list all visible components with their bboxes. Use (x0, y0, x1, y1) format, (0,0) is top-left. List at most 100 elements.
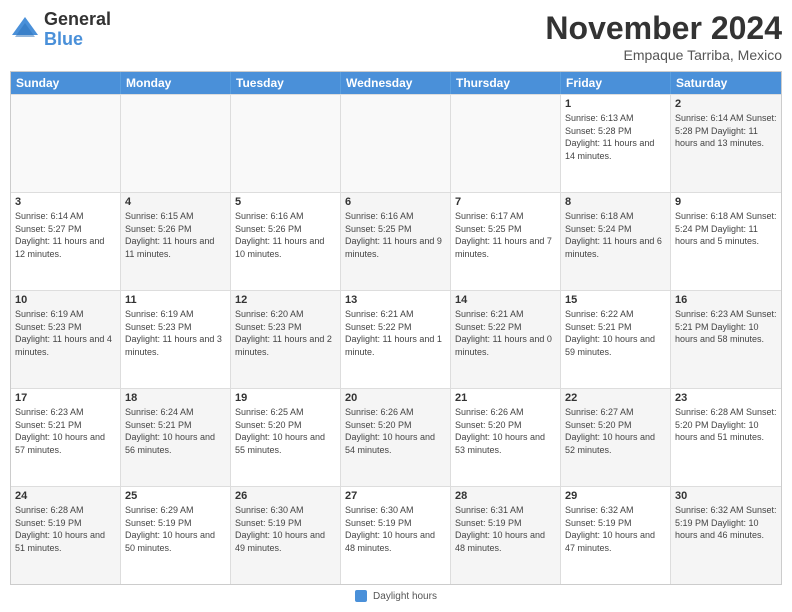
page: General Blue November 2024 Empaque Tarri… (0, 0, 792, 612)
calendar-cell: 5Sunrise: 6:16 AM Sunset: 5:26 PM Daylig… (231, 193, 341, 290)
calendar-cell: 7 Sunrise: 6:17 AM Sunset: 5:25 PM Daylig… (451, 193, 561, 290)
calendar-row-4: 24 Sunrise: 6:28 AM Sunset: 5:19 PM Dayli… (11, 486, 781, 584)
day-info: Sunrise: 6:23 AM Sunset: 5:21 PM Dayligh… (675, 308, 777, 346)
day-info: Sunrise: 6:19 AM Sunset: 5:23 PM Dayligh… (125, 308, 226, 358)
day-info: Sunrise: 6:30 AM Sunset: 5:19 PM Dayligh… (345, 504, 446, 554)
calendar-cell: 26Sunrise: 6:30 AM Sunset: 5:19 PM Dayli… (231, 487, 341, 584)
day-number: 16 (675, 294, 777, 306)
day-info: Sunrise: 6:17 AM Sunset: 5:25 PM Dayligh… (455, 210, 556, 260)
day-number: 23 (675, 392, 777, 404)
month-title: November 2024 (545, 10, 782, 47)
calendar-cell: 23 Sunrise: 6:28 AM Sunset: 5:20 PM Dayli… (671, 389, 781, 486)
day-info: Sunrise: 6:18 AM Sunset: 5:24 PM Dayligh… (675, 210, 777, 248)
footer-label: Daylight hours (373, 591, 437, 602)
day-number: 18 (125, 392, 226, 404)
day-info: Sunrise: 6:29 AM Sunset: 5:19 PM Dayligh… (125, 504, 226, 554)
day-number: 20 (345, 392, 446, 404)
logo-blue-text: Blue (44, 30, 111, 50)
day-number: 7 (455, 196, 556, 208)
day-number: 6 (345, 196, 446, 208)
day-number: 1 (565, 98, 666, 110)
day-info: Sunrise: 6:16 AM Sunset: 5:25 PM Dayligh… (345, 210, 446, 260)
logo-general-text: General (44, 10, 111, 30)
day-number: 26 (235, 490, 336, 502)
day-info: Sunrise: 6:28 AM Sunset: 5:20 PM Dayligh… (675, 406, 777, 444)
day-number: 10 (15, 294, 116, 306)
day-number: 21 (455, 392, 556, 404)
day-info: Sunrise: 6:32 AM Sunset: 5:19 PM Dayligh… (565, 504, 666, 554)
day-info: Sunrise: 6:21 AM Sunset: 5:22 PM Dayligh… (345, 308, 446, 358)
calendar-header-cell-tuesday: Tuesday (231, 72, 341, 94)
calendar-header: SundayMondayTuesdayWednesdayThursdayFrid… (11, 72, 781, 94)
calendar-cell: 24 Sunrise: 6:28 AM Sunset: 5:19 PM Dayli… (11, 487, 121, 584)
calendar-header-cell-wednesday: Wednesday (341, 72, 451, 94)
calendar-cell (11, 95, 121, 192)
calendar-row-0: 1 Sunrise: 6:13 AM Sunset: 5:28 PM Daylig… (11, 94, 781, 192)
day-info: Sunrise: 6:28 AM Sunset: 5:19 PM Dayligh… (15, 504, 116, 554)
day-info: Sunrise: 6:18 AM Sunset: 5:24 PM Dayligh… (565, 210, 666, 260)
day-number: 8 (565, 196, 666, 208)
calendar-row-2: 10 Sunrise: 6:19 AM Sunset: 5:23 PM Dayli… (11, 290, 781, 388)
day-info: Sunrise: 6:13 AM Sunset: 5:28 PM Dayligh… (565, 112, 666, 162)
calendar-cell (451, 95, 561, 192)
day-info: Sunrise: 6:19 AM Sunset: 5:23 PM Dayligh… (15, 308, 116, 358)
logo: General Blue (10, 10, 111, 50)
calendar-cell: 29 Sunrise: 6:32 AM Sunset: 5:19 PM Dayli… (561, 487, 671, 584)
calendar-cell: 4 Sunrise: 6:15 AM Sunset: 5:26 PM Daylig… (121, 193, 231, 290)
logo-text: General Blue (44, 10, 111, 50)
day-info: Sunrise: 6:26 AM Sunset: 5:20 PM Dayligh… (345, 406, 446, 456)
calendar-header-cell-saturday: Saturday (671, 72, 781, 94)
calendar-cell: 30 Sunrise: 6:32 AM Sunset: 5:19 PM Dayli… (671, 487, 781, 584)
calendar-cell: 17 Sunrise: 6:23 AM Sunset: 5:21 PM Dayli… (11, 389, 121, 486)
day-info: Sunrise: 6:14 AM Sunset: 5:27 PM Dayligh… (15, 210, 116, 260)
day-number: 22 (565, 392, 666, 404)
calendar-cell: 21 Sunrise: 6:26 AM Sunset: 5:20 PM Dayli… (451, 389, 561, 486)
day-number: 30 (675, 490, 777, 502)
day-info: Sunrise: 6:15 AM Sunset: 5:26 PM Dayligh… (125, 210, 226, 260)
calendar-cell (341, 95, 451, 192)
logo-icon (10, 15, 40, 45)
day-info: Sunrise: 6:22 AM Sunset: 5:21 PM Dayligh… (565, 308, 666, 358)
day-number: 4 (125, 196, 226, 208)
day-number: 15 (565, 294, 666, 306)
footer: Daylight hours (10, 590, 782, 602)
calendar-cell: 2 Sunrise: 6:14 AM Sunset: 5:28 PM Daylig… (671, 95, 781, 192)
calendar-cell: 3 Sunrise: 6:14 AM Sunset: 5:27 PM Daylig… (11, 193, 121, 290)
calendar-cell: 18Sunrise: 6:24 AM Sunset: 5:21 PM Dayli… (121, 389, 231, 486)
day-number: 25 (125, 490, 226, 502)
calendar-header-cell-sunday: Sunday (11, 72, 121, 94)
day-number: 28 (455, 490, 556, 502)
day-info: Sunrise: 6:21 AM Sunset: 5:22 PM Dayligh… (455, 308, 556, 358)
calendar-cell: 11Sunrise: 6:19 AM Sunset: 5:23 PM Dayli… (121, 291, 231, 388)
calendar-cell: 8 Sunrise: 6:18 AM Sunset: 5:24 PM Daylig… (561, 193, 671, 290)
day-number: 24 (15, 490, 116, 502)
day-number: 2 (675, 98, 777, 110)
calendar-cell: 14Sunrise: 6:21 AM Sunset: 5:22 PM Dayli… (451, 291, 561, 388)
calendar-header-cell-monday: Monday (121, 72, 231, 94)
day-number: 9 (675, 196, 777, 208)
day-number: 27 (345, 490, 446, 502)
calendar-cell: 19Sunrise: 6:25 AM Sunset: 5:20 PM Dayli… (231, 389, 341, 486)
day-info: Sunrise: 6:32 AM Sunset: 5:19 PM Dayligh… (675, 504, 777, 542)
calendar-cell: 16 Sunrise: 6:23 AM Sunset: 5:21 PM Dayli… (671, 291, 781, 388)
day-info: Sunrise: 6:16 AM Sunset: 5:26 PM Dayligh… (235, 210, 336, 260)
day-number: 17 (15, 392, 116, 404)
day-info: Sunrise: 6:25 AM Sunset: 5:20 PM Dayligh… (235, 406, 336, 456)
calendar-cell: 27 Sunrise: 6:30 AM Sunset: 5:19 PM Dayli… (341, 487, 451, 584)
day-number: 29 (565, 490, 666, 502)
calendar-cell: 13Sunrise: 6:21 AM Sunset: 5:22 PM Dayli… (341, 291, 451, 388)
day-info: Sunrise: 6:23 AM Sunset: 5:21 PM Dayligh… (15, 406, 116, 456)
calendar: SundayMondayTuesdayWednesdayThursdayFrid… (10, 71, 782, 585)
calendar-cell: 6 Sunrise: 6:16 AM Sunset: 5:25 PM Daylig… (341, 193, 451, 290)
calendar-cell: 15 Sunrise: 6:22 AM Sunset: 5:21 PM Dayli… (561, 291, 671, 388)
day-info: Sunrise: 6:26 AM Sunset: 5:20 PM Dayligh… (455, 406, 556, 456)
calendar-cell: 20 Sunrise: 6:26 AM Sunset: 5:20 PM Dayli… (341, 389, 451, 486)
day-info: Sunrise: 6:31 AM Sunset: 5:19 PM Dayligh… (455, 504, 556, 554)
calendar-row-1: 3 Sunrise: 6:14 AM Sunset: 5:27 PM Daylig… (11, 192, 781, 290)
calendar-cell: 22Sunrise: 6:27 AM Sunset: 5:20 PM Dayli… (561, 389, 671, 486)
day-info: Sunrise: 6:20 AM Sunset: 5:23 PM Dayligh… (235, 308, 336, 358)
day-number: 3 (15, 196, 116, 208)
day-info: Sunrise: 6:14 AM Sunset: 5:28 PM Dayligh… (675, 112, 777, 150)
calendar-cell: 28 Sunrise: 6:31 AM Sunset: 5:19 PM Dayli… (451, 487, 561, 584)
location: Empaque Tarriba, Mexico (545, 47, 782, 63)
